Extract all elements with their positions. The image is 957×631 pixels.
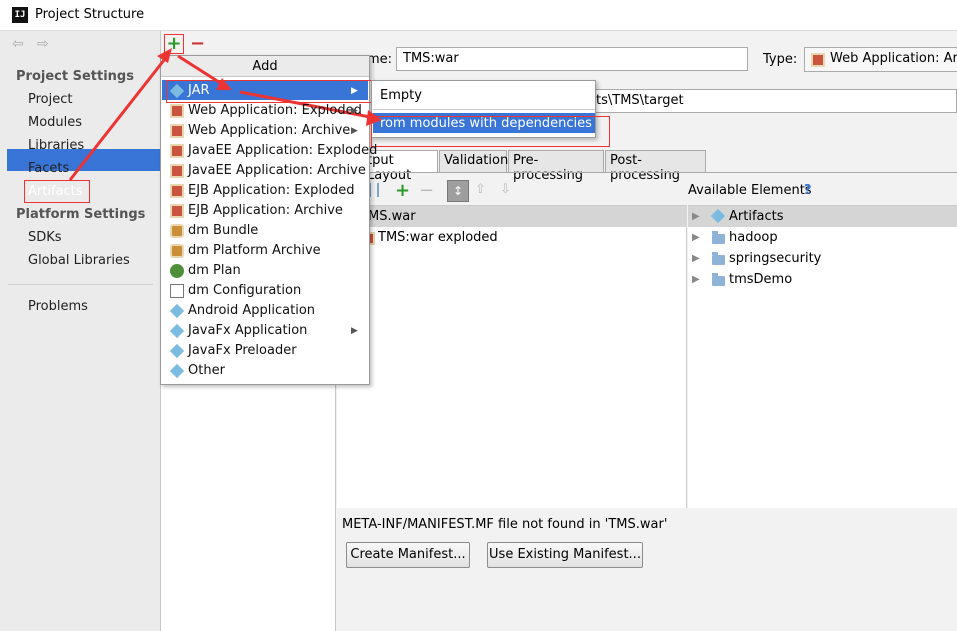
submenu-arrow-icon: ▶ [351,86,358,96]
gift-icon [170,184,184,198]
gift-icon [170,104,184,118]
bundle-icon [170,224,184,238]
menu-item-web-application-archive[interactable]: Web Application: Archive [188,123,350,138]
bundle-icon [170,244,184,258]
menu-item-dm-plan[interactable]: dm Plan [188,263,241,278]
gift-icon [170,164,184,178]
menu-item-other[interactable]: Other [188,363,225,378]
menu-item-dm-configuration[interactable]: dm Configuration [188,283,301,298]
menu-item-dm-platform-archive[interactable]: dm Platform Archive [188,243,321,258]
submenu-arrow-icon: ▶ [351,326,358,336]
menu-item-javaee-application-exploded[interactable]: JavaEE Application: Exploded [188,143,377,158]
arrowhead-jar [216,78,232,90]
menu-item-javafx-application[interactable]: JavaFx Application [188,323,307,338]
menu-item-web-application-exploded[interactable]: Web Application: Exploded [188,103,362,118]
arrow-plus-to-jar [177,54,223,86]
arrow-artifacts-to-plus [68,54,170,181]
annotation-arrows [68,48,382,181]
menu-item-ejb-application-exploded[interactable]: EJB Application: Exploded [188,183,354,198]
menu-item-javaee-application-archive[interactable]: JavaEE Application: Archive [188,163,366,178]
menu-item-dm-bundle[interactable]: dm Bundle [188,223,258,238]
submenu-arrow-icon: ▶ [351,106,358,116]
gift-icon [170,124,184,138]
arrowhead-plus [157,48,172,63]
menu-item-ejb-application-archive[interactable]: EJB Application: Archive [188,203,343,218]
menu-item-android-application[interactable]: Android Application [188,303,315,318]
submenu-arrow-icon: ▶ [351,126,358,136]
menu-item-javafx-preloader[interactable]: JavaFx Preloader [188,343,297,358]
arrowhead-submenu [366,110,382,126]
ball-icon [170,264,184,278]
menu-item-jar[interactable]: JAR [188,83,210,98]
gift-icon [170,204,184,218]
gift-icon [170,144,184,158]
doc-icon [170,284,184,298]
